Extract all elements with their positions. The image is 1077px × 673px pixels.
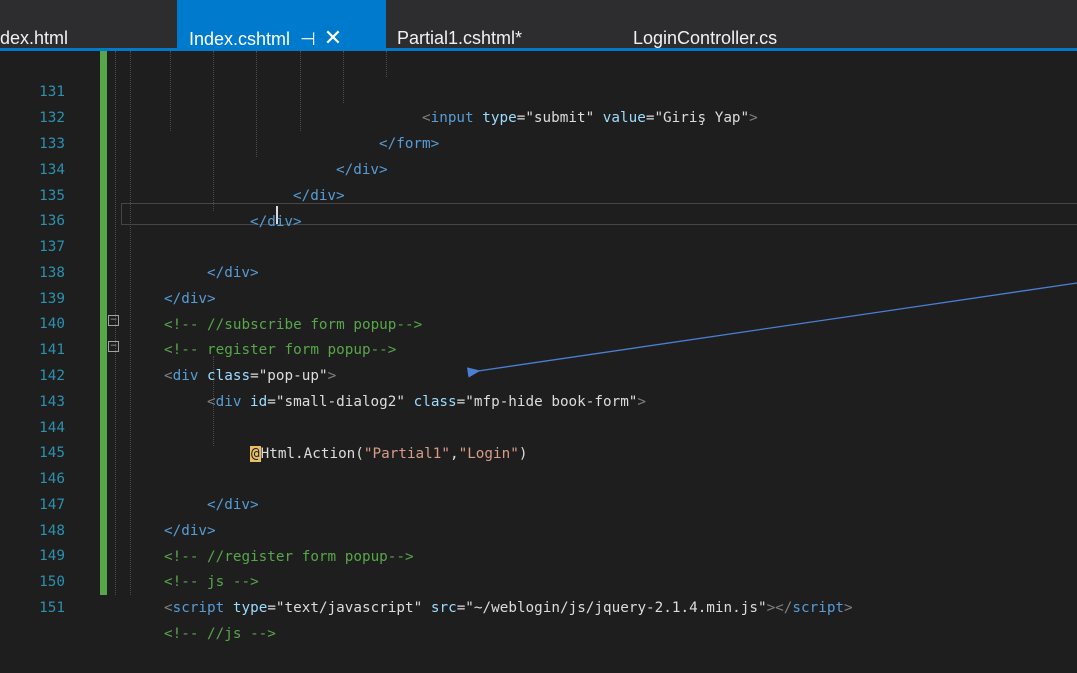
code-token: script bbox=[172, 599, 225, 616]
code-token: < bbox=[164, 599, 173, 616]
editor-tab-bar: dex.html Index.cshtml ⊣ ✕ Partial1.cshtml*… bbox=[0, 0, 1077, 51]
tab-label: Index.cshtml bbox=[189, 29, 291, 48]
tab-index-html[interactable]: dex.html bbox=[0, 0, 162, 48]
code-token: = bbox=[456, 599, 466, 616]
code-comment: <!-- //js --> bbox=[164, 625, 276, 642]
annotation-arrow bbox=[466, 282, 1077, 378]
code-token: src bbox=[422, 599, 457, 616]
code-token: "~/weblogin/js/jquery-2.1.4.min.js" bbox=[465, 599, 767, 616]
code-token: > bbox=[844, 599, 853, 616]
code-token: script bbox=[792, 599, 845, 616]
tab-logincontroller-cs[interactable]: LoginController.cs bbox=[625, 0, 865, 48]
close-icon[interactable]: ✕ bbox=[324, 0, 342, 48]
tab-index-cshtml[interactable]: Index.cshtml ⊣ ✕ bbox=[177, 0, 386, 48]
tab-label: Partial1.cshtml* bbox=[397, 28, 523, 48]
tab-label: LoginController.cs bbox=[633, 28, 778, 48]
tab-partial1-cshtml[interactable]: Partial1.cshtml* bbox=[389, 0, 599, 48]
code-token: "text/javascript" bbox=[275, 599, 423, 616]
code-token: = bbox=[267, 599, 276, 616]
line-number: 151 bbox=[39, 599, 65, 616]
code-token: ></ bbox=[766, 599, 793, 616]
pin-icon[interactable]: ⊣ bbox=[300, 0, 316, 48]
code-editor[interactable]: − − 131 <input type="submit" value="Giri… bbox=[0, 51, 1077, 642]
tab-label: dex.html bbox=[0, 28, 69, 48]
code-token: type bbox=[224, 599, 268, 616]
